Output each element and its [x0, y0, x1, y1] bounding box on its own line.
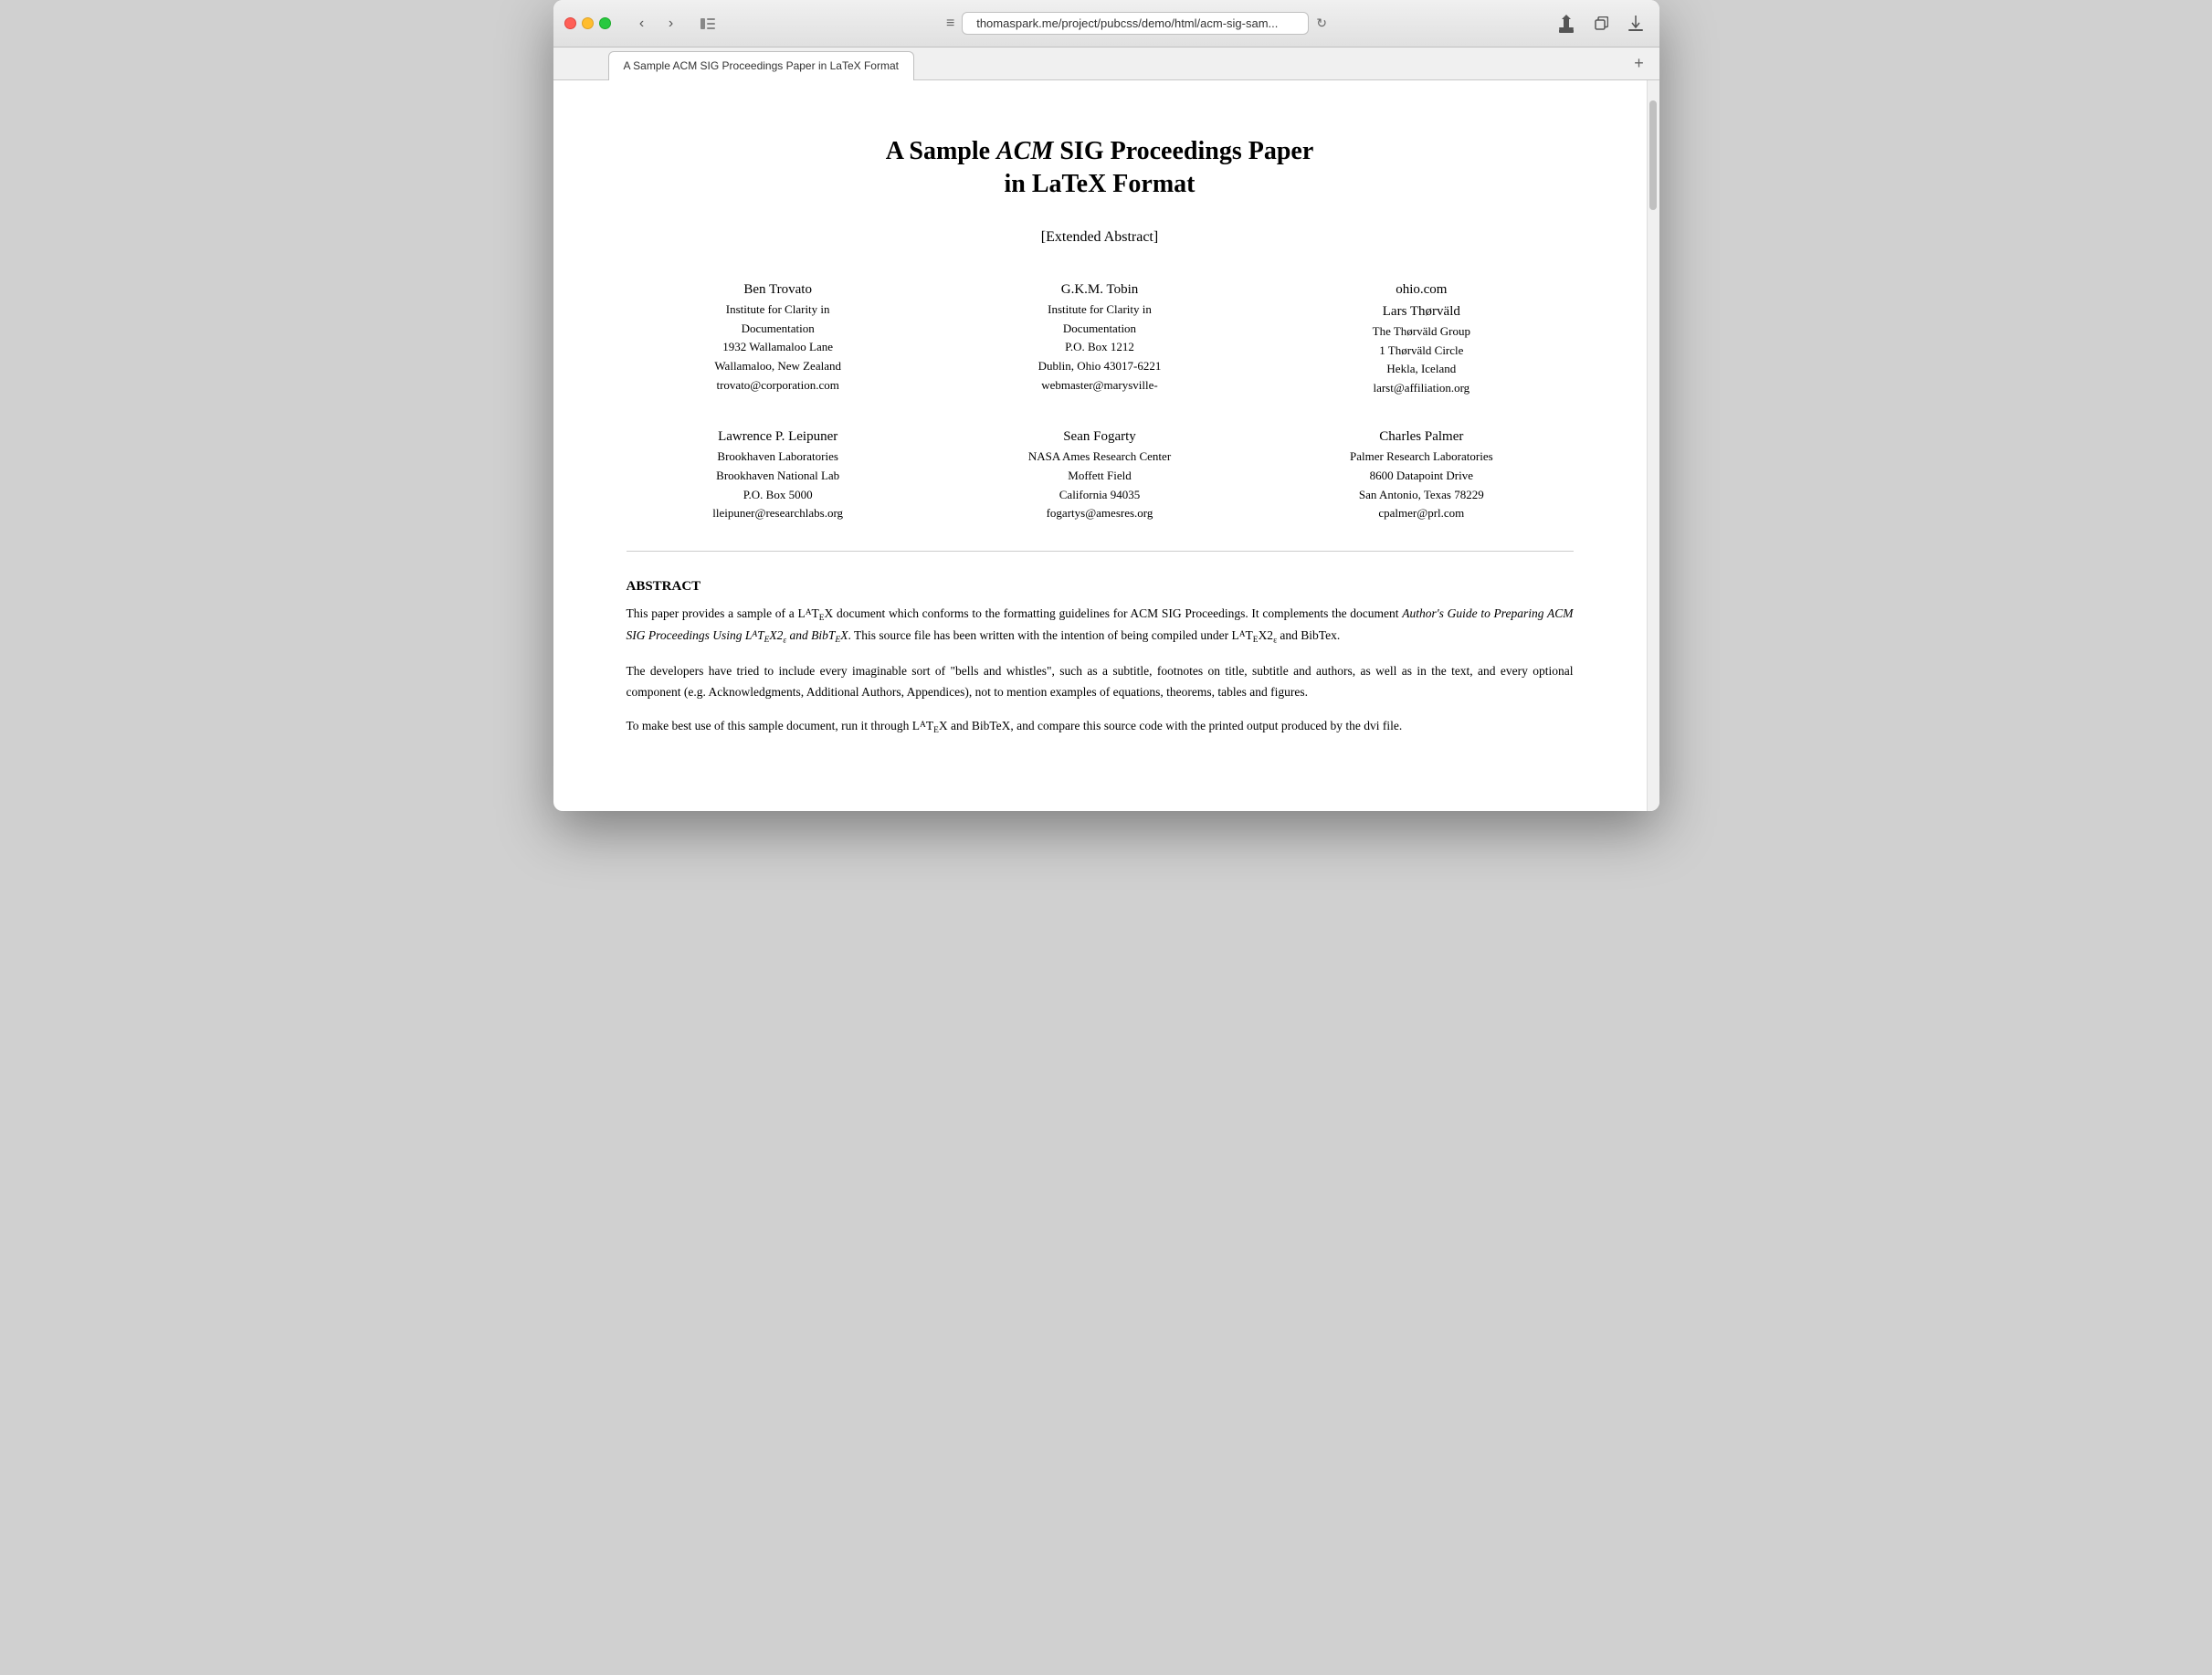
- authors-row-2: Lawrence P. Leipuner Brookhaven Laborato…: [627, 426, 1574, 523]
- add-tab-button[interactable]: +: [1627, 51, 1652, 77]
- author-tobin: G.K.M. Tobin Institute for Clarity in Do…: [948, 279, 1251, 398]
- author-fogarty-line2: Moffett Field: [948, 467, 1251, 486]
- abstract-title: ABSTRACT: [627, 579, 1574, 595]
- author-fogarty-line3: California 94035: [948, 486, 1251, 505]
- author-ohio: ohio.com: [1269, 279, 1573, 300]
- author-palmer-name: Charles Palmer: [1269, 426, 1573, 448]
- tabbar: A Sample ACM SIG Proceedings Paper in La…: [553, 47, 1659, 80]
- author-tobin-line3: P.O. Box 1212: [948, 338, 1251, 357]
- author-thørvald-name: Lars Thørväld: [1269, 300, 1573, 322]
- author-trovato-email: trovato@corporation.com: [627, 376, 930, 395]
- abstract-paragraph-1: This paper provides a sample of a LATEX …: [627, 604, 1574, 648]
- author-trovato: Ben Trovato Institute for Clarity in Doc…: [627, 279, 930, 398]
- author-fogarty-line1: NASA Ames Research Center: [948, 448, 1251, 467]
- duplicate-icon[interactable]: [1588, 11, 1614, 37]
- author-trovato-line2: Documentation: [627, 320, 930, 339]
- back-button[interactable]: ‹: [629, 11, 655, 37]
- minimize-button[interactable]: [582, 17, 594, 29]
- forward-button[interactable]: ›: [658, 11, 684, 37]
- author-leipuner-email: lleipuner@researchlabs.org: [627, 504, 930, 523]
- toolbar-right: [1554, 11, 1648, 37]
- traffic-lights: [564, 17, 611, 29]
- menu-icon[interactable]: ≡: [946, 16, 954, 32]
- abstract-paragraph-2: The developers have tried to include eve…: [627, 661, 1574, 703]
- author-leipuner-name: Lawrence P. Leipuner: [627, 426, 930, 448]
- author-trovato-name: Ben Trovato: [627, 279, 930, 300]
- author-thørvald-line2: 1 Thørväld Circle: [1269, 342, 1573, 361]
- author-leipuner: Lawrence P. Leipuner Brookhaven Laborato…: [627, 426, 930, 523]
- titlebar: ‹ › ≡ thomaspark.me/project/pubcss/demo/…: [553, 0, 1659, 47]
- author-tobin-line4: Dublin, Ohio 43017-6221: [948, 357, 1251, 376]
- author-trovato-line4: Wallamaloo, New Zealand: [627, 357, 930, 376]
- tab-label: A Sample ACM SIG Proceedings Paper in La…: [624, 59, 899, 72]
- author-tobin-line1: Institute for Clarity in: [948, 300, 1251, 320]
- reload-button[interactable]: ↻: [1316, 16, 1327, 31]
- divider: [627, 551, 1574, 552]
- author-tobin-email: webmaster@marysville-: [948, 376, 1251, 395]
- paper-content: A Sample ACM SIG Proceedings Paperin LaT…: [553, 80, 1647, 811]
- author-fogarty-name: Sean Fogarty: [948, 426, 1251, 448]
- url-bar[interactable]: thomaspark.me/project/pubcss/demo/html/a…: [962, 12, 1309, 35]
- close-button[interactable]: [564, 17, 576, 29]
- paper-title: A Sample ACM SIG Proceedings Paperin LaT…: [627, 135, 1574, 202]
- author-palmer: Charles Palmer Palmer Research Laborator…: [1269, 426, 1573, 523]
- download-icon[interactable]: [1623, 11, 1648, 37]
- author-palmer-line2: 8600 Datapoint Drive: [1269, 467, 1573, 486]
- maximize-button[interactable]: [599, 17, 611, 29]
- author-palmer-line3: San Antonio, Texas 78229: [1269, 486, 1573, 505]
- paper-subtitle: [Extended Abstract]: [627, 229, 1574, 246]
- author-tobin-line2: Documentation: [948, 320, 1251, 339]
- author-thørvald: ohio.com Lars Thørväld The Thørväld Grou…: [1269, 279, 1573, 398]
- share-icon[interactable]: [1554, 11, 1579, 37]
- author-leipuner-line2: Brookhaven National Lab: [627, 467, 930, 486]
- author-trovato-line1: Institute for Clarity in: [627, 300, 930, 320]
- author-thørvald-email: larst@affiliation.org: [1269, 379, 1573, 398]
- author-fogarty-email: fogartys@amesres.org: [948, 504, 1251, 523]
- author-leipuner-line3: P.O. Box 5000: [627, 486, 930, 505]
- abstract-section: ABSTRACT This paper provides a sample of…: [627, 579, 1574, 737]
- authors-row-1: Ben Trovato Institute for Clarity in Doc…: [627, 279, 1574, 398]
- nav-buttons: ‹ ›: [629, 11, 684, 37]
- author-palmer-line1: Palmer Research Laboratories: [1269, 448, 1573, 467]
- author-palmer-email: cpalmer@prl.com: [1269, 504, 1573, 523]
- browser-window: ‹ › ≡ thomaspark.me/project/pubcss/demo/…: [553, 0, 1659, 811]
- author-tobin-name: G.K.M. Tobin: [948, 279, 1251, 300]
- author-thørvald-line1: The Thørväld Group: [1269, 322, 1573, 342]
- author-leipuner-line1: Brookhaven Laboratories: [627, 448, 930, 467]
- active-tab[interactable]: A Sample ACM SIG Proceedings Paper in La…: [608, 51, 914, 80]
- url-bar-area: ≡ thomaspark.me/project/pubcss/demo/html…: [728, 12, 1546, 35]
- scrollbar-thumb[interactable]: [1649, 100, 1657, 210]
- author-thørvald-line3: Hekla, Iceland: [1269, 360, 1573, 379]
- abstract-paragraph-3: To make best use of this sample document…: [627, 716, 1574, 738]
- author-trovato-line3: 1932 Wallamaloo Lane: [627, 338, 930, 357]
- content-area: A Sample ACM SIG Proceedings Paperin LaT…: [553, 80, 1659, 811]
- scrollbar[interactable]: [1647, 80, 1659, 811]
- sidebar-button[interactable]: [695, 11, 721, 37]
- author-fogarty: Sean Fogarty NASA Ames Research Center M…: [948, 426, 1251, 523]
